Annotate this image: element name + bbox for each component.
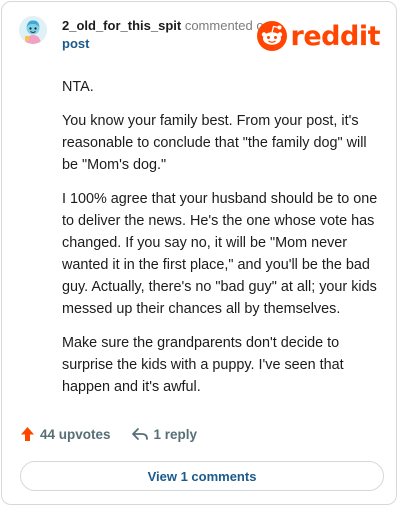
upvote-button[interactable]: 44 upvotes	[20, 426, 111, 442]
comment-paragraph: Make sure the grandparents don't decide …	[62, 335, 344, 395]
comment-paragraph: You know your family best. From your pos…	[62, 113, 367, 173]
reply-button[interactable]: 1 reply	[131, 426, 198, 442]
comment-body: NTA. You know your family best. From you…	[62, 76, 382, 410]
comment-actions: 44 upvotes 1 reply	[20, 426, 197, 442]
user-avatar-icon	[19, 16, 47, 44]
comment-card: 2_old_for_this_spit commented on post re…	[1, 1, 397, 505]
comment-paragraph: I 100% agree that your husband should be…	[62, 191, 378, 317]
logo-wordmark: reddit	[290, 20, 381, 52]
reddit-logo[interactable]: reddit	[256, 20, 381, 52]
upvote-arrow-icon	[21, 427, 34, 441]
post-link[interactable]: post	[62, 36, 89, 52]
username-link[interactable]: 2_old_for_this_spit	[62, 18, 181, 33]
comment-header: 2_old_for_this_spit commented on	[62, 18, 271, 34]
upvotes-count: 44 upvotes	[40, 426, 111, 442]
reddit-snoo-icon	[256, 21, 287, 51]
reply-arrow-icon	[131, 428, 148, 440]
avatar[interactable]	[19, 16, 47, 44]
reply-count: 1 reply	[153, 426, 198, 442]
comment-paragraph: NTA.	[62, 79, 94, 95]
view-comments-button[interactable]: View 1 comments	[20, 461, 384, 491]
